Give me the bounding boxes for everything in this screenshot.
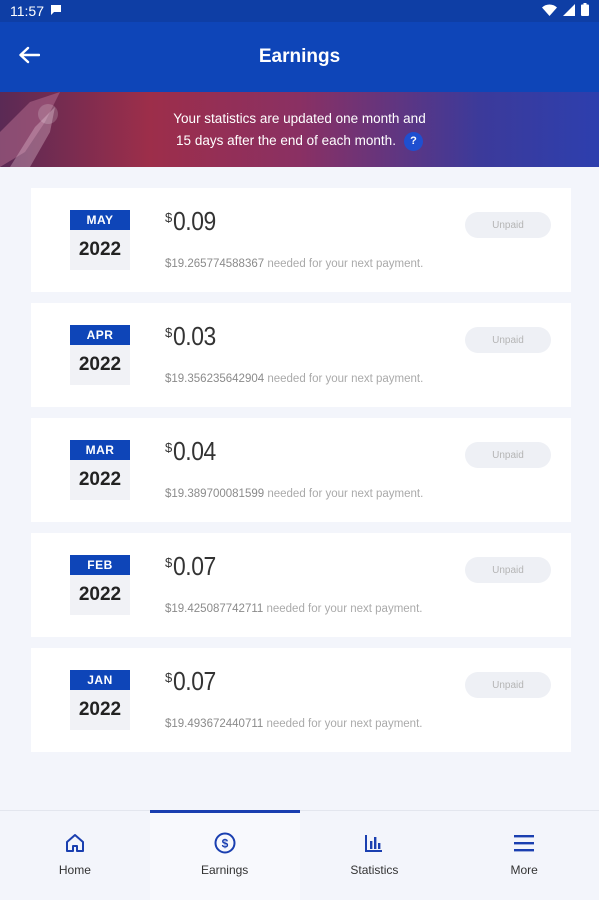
currency-symbol: $	[165, 670, 173, 685]
earnings-amount: $ 0.07	[165, 551, 222, 582]
currency-symbol: $	[165, 210, 173, 225]
status-badge: Unpaid	[465, 557, 551, 583]
date-badge: MAR 2022	[70, 440, 130, 500]
nav-label-earnings: Earnings	[200, 863, 249, 877]
info-banner: Your statistics are updated one month an…	[0, 92, 599, 167]
month-label: APR	[70, 325, 130, 345]
earnings-amount: $ 0.07	[165, 666, 222, 697]
payment-threshold-note: $19.356235642904 needed for your next pa…	[165, 373, 423, 385]
earnings-card[interactable]: MAY 2022 $ 0.09 $19.265774588367 needed …	[31, 188, 571, 292]
date-badge: APR 2022	[70, 325, 130, 385]
date-badge: FEB 2022	[70, 555, 130, 615]
needed-text: needed for your next payment.	[264, 488, 424, 500]
needed-text: needed for your next payment.	[263, 603, 423, 615]
earnings-amount: $ 0.09	[165, 206, 222, 237]
help-button[interactable]: ?	[403, 131, 423, 151]
amount-value: 0.07	[173, 551, 217, 581]
status-badge: Unpaid	[465, 672, 551, 698]
needed-amount: $19.356235642904	[165, 373, 265, 385]
needed-text: needed for your next payment.	[264, 373, 424, 385]
currency-symbol: $	[165, 440, 173, 455]
earnings-list: MAY 2022 $ 0.09 $19.265774588367 needed …	[31, 188, 571, 763]
earnings-card[interactable]: APR 2022 $ 0.03 $19.356235642904 needed …	[31, 303, 571, 407]
status-bar: 11:57	[0, 0, 599, 22]
needed-amount: $19.265774588367	[165, 258, 265, 270]
nav-item-earnings[interactable]: $ Earnings	[149, 810, 300, 900]
back-button[interactable]	[12, 40, 46, 74]
date-badge: MAY 2022	[70, 210, 130, 270]
needed-amount: $19.493672440711	[165, 718, 264, 730]
year-label: 2022	[78, 239, 122, 260]
status-badge: Unpaid	[465, 212, 551, 238]
arrow-left-icon	[18, 46, 41, 69]
payment-threshold-note: $19.493672440711 needed for your next pa…	[165, 718, 422, 730]
signal-icon	[563, 3, 575, 19]
status-badge: Unpaid	[465, 442, 551, 468]
date-badge: JAN 2022	[70, 670, 130, 730]
menu-icon	[512, 831, 536, 855]
app-bar: Earnings	[0, 22, 599, 92]
earnings-card[interactable]: JAN 2022 $ 0.07 $19.493672440711 needed …	[31, 648, 571, 752]
payment-threshold-note: $19.425087742711 needed for your next pa…	[165, 603, 422, 615]
earnings-card[interactable]: MAR 2022 $ 0.04 $19.389700081599 needed …	[31, 418, 571, 522]
month-label: MAR	[70, 440, 130, 460]
svg-text:$: $	[221, 837, 228, 851]
nav-label-statistics: Statistics	[350, 863, 399, 877]
earnings-amount: $ 0.03	[165, 321, 222, 352]
banner-line-2: 15 days after the end of each month.	[176, 133, 396, 148]
dollar-circle-icon: $	[213, 831, 237, 855]
payment-threshold-note: $19.265774588367 needed for your next pa…	[165, 258, 423, 270]
needed-text: needed for your next payment.	[263, 718, 423, 730]
currency-symbol: $	[165, 555, 173, 570]
year-label: 2022	[78, 469, 122, 490]
needed-amount: $19.425087742711	[165, 603, 264, 615]
nav-label-home: Home	[58, 863, 91, 877]
bar-chart-icon	[362, 831, 386, 855]
needed-text: needed for your next payment.	[264, 258, 424, 270]
amount-value: 0.04	[173, 436, 217, 466]
currency-symbol: $	[165, 325, 173, 340]
year-label: 2022	[78, 699, 122, 720]
battery-icon	[581, 3, 589, 19]
status-time: 11:57	[10, 3, 44, 19]
banner-line-1: Your statistics are updated one month an…	[173, 111, 426, 126]
payment-threshold-note: $19.389700081599 needed for your next pa…	[165, 488, 423, 500]
amount-value: 0.07	[173, 666, 217, 696]
year-label: 2022	[78, 584, 122, 605]
month-label: FEB	[70, 555, 130, 575]
earnings-amount: $ 0.04	[165, 436, 222, 467]
chat-notification-icon	[50, 3, 62, 19]
wifi-icon	[542, 3, 557, 19]
nav-label-more: More	[510, 863, 538, 877]
status-badge: Unpaid	[465, 327, 551, 353]
nav-item-statistics[interactable]: Statistics	[300, 811, 450, 900]
home-icon	[63, 831, 87, 855]
needed-amount: $19.389700081599	[165, 488, 265, 500]
amount-value: 0.09	[173, 206, 217, 236]
earnings-card[interactable]: FEB 2022 $ 0.07 $19.425087742711 needed …	[31, 533, 571, 637]
nav-item-more[interactable]: More	[449, 811, 599, 900]
page-title: Earnings	[258, 46, 341, 67]
month-label: JAN	[70, 670, 130, 690]
month-label: MAY	[70, 210, 130, 230]
year-label: 2022	[78, 354, 122, 375]
amount-value: 0.03	[173, 321, 217, 351]
bottom-navigation: Home $ Earnings Statistics More	[0, 810, 599, 900]
nav-item-home[interactable]: Home	[0, 811, 150, 900]
